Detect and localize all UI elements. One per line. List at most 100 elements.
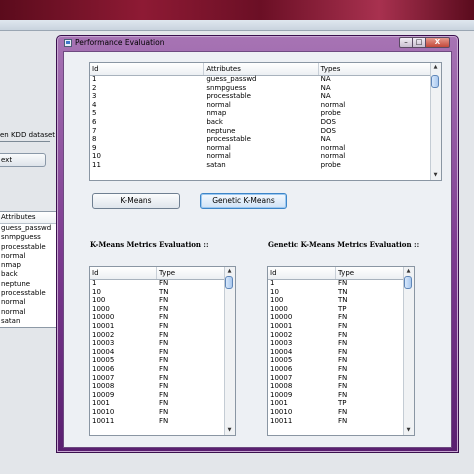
scroll-thumb[interactable] — [404, 276, 412, 289]
table-row[interactable]: 3 processtable NA — [90, 92, 431, 101]
table-row[interactable]: 10000 FN — [268, 313, 404, 322]
list-item[interactable]: normal — [0, 298, 57, 307]
attributes-table-column-header[interactable]: Id — [90, 63, 205, 75]
table-row[interactable]: 10002 FN — [268, 331, 404, 340]
attributes-scrollbar[interactable]: ▲ ▼ — [430, 63, 441, 180]
genetic-kmeans-button[interactable]: Genetic K-Means — [200, 193, 287, 209]
window-content: Id Attributes Types 1 guess_passwd NA 2 snmpgu… — [63, 51, 452, 448]
scroll-thumb[interactable] — [225, 276, 233, 289]
list-item[interactable]: guess_passwd — [0, 224, 57, 233]
table-row[interactable]: 10009 FN — [90, 391, 225, 400]
table-row[interactable]: 11 satan probe — [90, 161, 431, 170]
table-row[interactable]: 10 TN — [90, 288, 225, 297]
table-row[interactable]: 10005 FN — [90, 356, 225, 365]
table-row[interactable]: 2 snmpguess NA — [90, 84, 431, 93]
list-item[interactable]: processtable — [0, 289, 57, 298]
genetic-table-column-header[interactable]: Type — [336, 267, 404, 279]
table-cell: FN — [159, 356, 169, 365]
table-cell: 10007 — [92, 373, 115, 382]
table-row[interactable]: 10006 FN — [268, 365, 404, 374]
scroll-down-icon[interactable]: ▼ — [431, 171, 440, 180]
genetic-kmeans-metrics-table[interactable]: Id Type 1 FN 10 TN 100 TN 1000 TP 10000 FN 10001 FN 1… — [267, 266, 415, 436]
scroll-down-icon[interactable]: ▼ — [225, 426, 234, 435]
table-row[interactable]: 1001 TP — [268, 399, 404, 408]
attributes-table-column-header[interactable]: Types — [319, 63, 431, 75]
table-row[interactable]: 100 FN — [90, 296, 225, 305]
table-cell: 10010 — [92, 407, 115, 416]
genetic-scrollbar[interactable]: ▲ ▼ — [403, 267, 414, 435]
list-item[interactable]: normal — [0, 252, 57, 261]
table-row[interactable]: 10003 FN — [90, 339, 225, 348]
table-cell: 10010 — [270, 407, 293, 416]
list-item[interactable]: neptune — [0, 280, 57, 289]
table-row[interactable]: 10001 FN — [90, 322, 225, 331]
list-item[interactable]: snmpguess — [0, 233, 57, 242]
genetic-table-column-header[interactable]: Id — [268, 267, 336, 279]
next-button[interactable]: ext — [0, 153, 46, 167]
parent-attributes-body: guess_passwd snmpguess processtable normal n… — [0, 224, 57, 326]
kmeans-metrics-title: K-Means Metrics Evaluation :: — [90, 240, 209, 249]
table-row[interactable]: 1000 TP — [268, 305, 404, 314]
parent-attributes-table[interactable]: Attributes guess_passwd snmpguess processt… — [0, 211, 58, 328]
table-row[interactable]: 5 nmap probe — [90, 109, 431, 118]
table-row[interactable]: 1001 FN — [90, 399, 225, 408]
list-item[interactable]: nmap — [0, 261, 57, 270]
table-cell: NA — [320, 135, 331, 144]
table-row[interactable]: 10000 FN — [90, 313, 225, 322]
table-cell: 6 — [92, 117, 97, 126]
table-row[interactable]: 10007 FN — [90, 374, 225, 383]
title-bar[interactable]: Performance Evaluation – □ X — [57, 36, 458, 50]
table-row[interactable]: 10 TN — [268, 288, 404, 297]
table-row[interactable]: 10005 FN — [268, 356, 404, 365]
table-row[interactable]: 1 FN — [268, 279, 404, 288]
table-row[interactable]: 8 processtable NA — [90, 135, 431, 144]
kmeans-table-column-header[interactable]: Type — [157, 267, 225, 279]
parent-attributes-header[interactable]: Attributes — [0, 212, 57, 224]
table-row[interactable]: 9 normal normal — [90, 144, 431, 153]
kmeans-metrics-table[interactable]: Id Type 1 FN 10 TN 100 FN 1000 FN 10000 FN 10001 FN 1… — [89, 266, 236, 436]
table-row[interactable]: 10007 FN — [268, 374, 404, 383]
table-row[interactable]: 10010 FN — [90, 408, 225, 417]
scroll-down-icon[interactable]: ▼ — [404, 426, 413, 435]
table-cell: FN — [338, 347, 348, 356]
close-button[interactable]: X — [426, 37, 450, 48]
table-row[interactable]: 10008 FN — [268, 382, 404, 391]
kmeans-table-column-header[interactable]: Id — [90, 267, 157, 279]
attributes-table-column-header[interactable]: Attributes — [204, 63, 319, 75]
table-row[interactable]: 7 neptune DOS — [90, 127, 431, 136]
list-item[interactable]: satan — [0, 317, 57, 326]
kmeans-scrollbar[interactable]: ▲ ▼ — [224, 267, 235, 435]
scroll-up-icon[interactable]: ▲ — [225, 267, 234, 276]
table-row[interactable]: 10002 FN — [90, 331, 225, 340]
scroll-up-icon[interactable]: ▲ — [431, 63, 440, 72]
table-row[interactable]: 6 back DOS — [90, 118, 431, 127]
attributes-table[interactable]: Id Attributes Types 1 guess_passwd NA 2 snmpgu… — [89, 62, 442, 181]
list-item[interactable]: normal — [0, 308, 57, 317]
minimize-button[interactable]: – — [399, 37, 413, 48]
list-item[interactable]: processtable — [0, 243, 57, 252]
table-cell: 10 — [270, 287, 279, 296]
table-row[interactable]: 100 TN — [268, 296, 404, 305]
table-cell: FN — [338, 339, 348, 348]
table-row[interactable]: 10006 FN — [90, 365, 225, 374]
scroll-up-icon[interactable]: ▲ — [404, 267, 413, 276]
table-row[interactable]: 10011 FN — [90, 417, 225, 426]
table-row[interactable]: 10009 FN — [268, 391, 404, 400]
table-row[interactable]: 10004 FN — [268, 348, 404, 357]
table-row[interactable]: 1000 FN — [90, 305, 225, 314]
table-row[interactable]: 10010 FN — [268, 408, 404, 417]
list-item[interactable]: back — [0, 270, 57, 279]
scroll-thumb[interactable] — [431, 75, 439, 88]
table-row[interactable]: 4 normal normal — [90, 101, 431, 110]
maximize-button[interactable]: □ — [413, 37, 426, 48]
table-row[interactable]: 10004 FN — [90, 348, 225, 357]
table-row[interactable]: 1 FN — [90, 279, 225, 288]
table-cell: 1000 — [92, 304, 110, 313]
table-row[interactable]: 1 guess_passwd NA — [90, 75, 431, 84]
table-row[interactable]: 10 normal normal — [90, 152, 431, 161]
table-row[interactable]: 10001 FN — [268, 322, 404, 331]
kmeans-button[interactable]: K-Means — [92, 193, 180, 209]
table-row[interactable]: 10011 FN — [268, 417, 404, 426]
table-row[interactable]: 10003 FN — [268, 339, 404, 348]
table-row[interactable]: 10008 FN — [90, 382, 225, 391]
